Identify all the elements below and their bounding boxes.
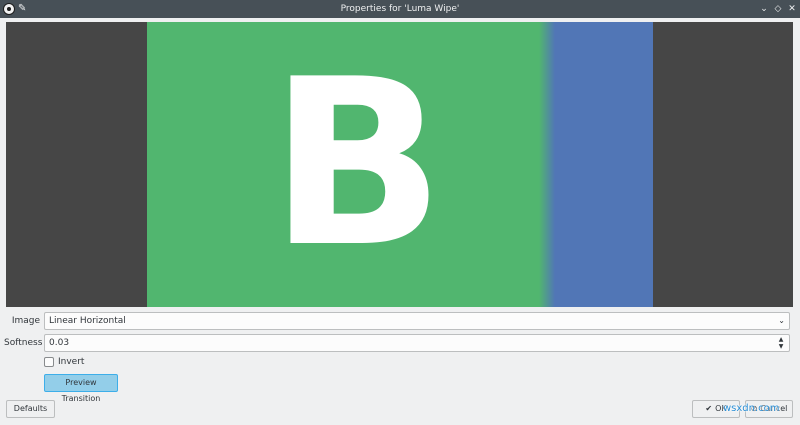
title-bar: ✎ Properties for 'Luma Wipe' ⌄ ◇ ✕ — [0, 0, 800, 18]
preview-letter: B — [147, 22, 567, 307]
softness-value[interactable]: 0.03 — [49, 335, 69, 351]
preview-transition-button[interactable]: Preview Transition — [44, 374, 118, 403]
invert-label[interactable]: Invert — [58, 357, 84, 367]
softness-label: Softness — [4, 338, 43, 348]
spin-arrows[interactable]: ▲ ▼ — [777, 336, 785, 350]
minimize-icon[interactable]: ⌄ — [757, 2, 771, 16]
maximize-icon[interactable]: ◇ — [771, 2, 785, 16]
defaults-button[interactable]: Defaults — [6, 400, 55, 418]
image-select[interactable]: Linear Horizontal ⌄ — [44, 312, 790, 330]
close-icon[interactable]: ✕ — [785, 2, 799, 16]
spin-down-icon[interactable]: ▼ — [777, 343, 785, 350]
window-title: Properties for 'Luma Wipe' — [340, 4, 460, 14]
image-select-value: Linear Horizontal — [49, 316, 126, 326]
softness-spinbox[interactable]: 0.03 ▲ ▼ — [44, 334, 790, 352]
invert-checkbox[interactable] — [44, 357, 54, 367]
check-icon: ✔ — [705, 404, 713, 413]
spin-up-icon[interactable]: ▲ — [777, 336, 785, 343]
watermark: wsxdn.com — [723, 403, 780, 414]
chevron-down-icon: ⌄ — [778, 316, 785, 325]
image-label: Image — [11, 316, 40, 326]
preview-letter-text: B — [269, 30, 445, 298]
transition-preview: B — [6, 22, 793, 307]
